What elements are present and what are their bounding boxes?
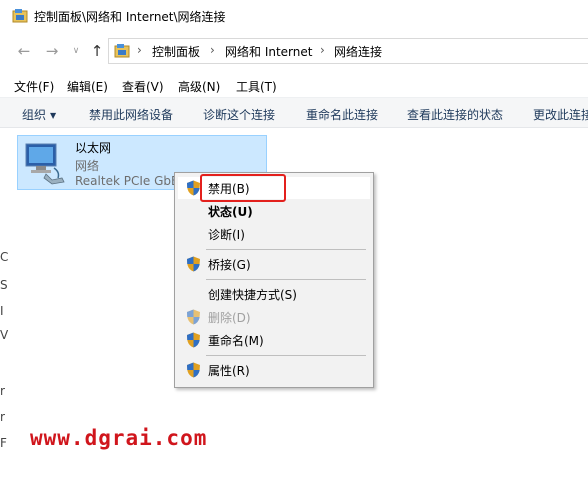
window-title: 控制面板\网络和 Internet\网络连接 [34, 10, 226, 24]
forward-arrow-icon[interactable]: → [42, 41, 62, 61]
change-settings-button[interactable]: 更改此连接 [533, 106, 588, 123]
menu-advanced[interactable]: 高级(N) [178, 78, 220, 95]
watermark-text: www.dgrai.com [30, 426, 208, 450]
menu-item-delete: 删除(D) [178, 306, 370, 328]
menu-item-label: 诊断(I) [208, 228, 245, 242]
edge-glyph: r [0, 410, 5, 424]
edge-glyph: F [0, 436, 7, 450]
back-arrow-icon[interactable]: ← [14, 41, 34, 61]
network-folder-icon [12, 9, 28, 23]
connection-adapter: Realtek PCIe GbE [75, 174, 179, 188]
breadcrumb-network-internet[interactable]: 网络和 Internet [225, 43, 312, 60]
network-folder-icon [114, 44, 130, 58]
uac-shield-icon [187, 256, 200, 272]
uac-shield-icon [187, 332, 200, 348]
caret-down-icon: ▼ [50, 111, 57, 120]
menu-item-diagnose[interactable]: 诊断(I) [178, 223, 370, 245]
menu-edit[interactable]: 编辑(E) [67, 78, 108, 95]
menu-item-properties[interactable]: 属性(R) [178, 359, 370, 381]
diagnose-connection-button[interactable]: 诊断这个连接 [203, 106, 275, 123]
title-bar: 控制面板\网络和 Internet\网络连接 [0, 0, 588, 32]
command-bar: 组织 ▼ 禁用此网络设备 诊断这个连接 重命名此连接 查看此连接的状态 更改此连接 [0, 97, 588, 128]
connection-status: 网络 [75, 159, 100, 173]
address-bar[interactable]: › 控制面板 › 网络和 Internet › 网络连接 [108, 38, 588, 64]
menu-item-create-shortcut[interactable]: 创建快捷方式(S) [178, 283, 370, 305]
menu-item-label: 状态(U) [208, 205, 253, 219]
organize-button[interactable]: 组织 ▼ [22, 106, 56, 123]
left-edge-content: C S I V r r F [0, 128, 9, 478]
breadcrumb-network-connections[interactable]: 网络连接 [334, 43, 382, 60]
uac-shield-icon [187, 180, 200, 196]
organize-label: 组织 [22, 108, 47, 122]
breadcrumb-separator: › [210, 43, 215, 57]
context-menu: 禁用(B) 状态(U) 诊断(I) 桥接(G) 创建快捷方式(S) 删除(D) … [174, 172, 374, 388]
menu-item-label: 桥接(G) [208, 258, 251, 272]
edge-glyph: S [0, 278, 8, 292]
menu-item-label: 删除(D) [208, 311, 251, 325]
up-arrow-icon[interactable]: ↑ [87, 41, 107, 61]
menu-separator [206, 249, 366, 250]
menu-separator [206, 279, 366, 280]
edge-glyph: I [0, 304, 4, 318]
menu-item-label: 属性(R) [208, 364, 250, 378]
menu-view[interactable]: 查看(V) [122, 78, 164, 95]
recent-locations-chevron-icon[interactable]: ∨ [66, 41, 86, 61]
breadcrumb-separator: › [320, 43, 325, 57]
menu-file[interactable]: 文件(F) [14, 78, 54, 95]
edge-glyph: V [0, 328, 9, 342]
edge-glyph: r [0, 384, 5, 398]
menu-item-label: 重命名(M) [208, 334, 264, 348]
menu-separator [206, 355, 366, 356]
menu-bar: 文件(F) 编辑(E) 查看(V) 高级(N) 工具(T) [0, 74, 588, 96]
breadcrumb-control-panel[interactable]: 控制面板 [152, 43, 200, 60]
menu-item-status[interactable]: 状态(U) [178, 200, 370, 222]
annotation-highlight-box [200, 174, 286, 202]
uac-shield-icon [187, 362, 200, 378]
connection-name: 以太网 [75, 141, 112, 155]
breadcrumb-separator: › [137, 43, 142, 57]
ethernet-adapter-icon [25, 143, 65, 185]
view-status-button[interactable]: 查看此连接的状态 [407, 106, 503, 123]
menu-item-bridge[interactable]: 桥接(G) [178, 253, 370, 275]
address-row: ← → ∨ ↑ › 控制面板 › 网络和 Internet › 网络连接 [0, 32, 588, 70]
menu-item-rename[interactable]: 重命名(M) [178, 329, 370, 351]
rename-connection-button[interactable]: 重命名此连接 [306, 106, 378, 123]
edge-glyph: C [0, 250, 9, 264]
uac-shield-icon [187, 309, 200, 325]
disable-device-button[interactable]: 禁用此网络设备 [89, 106, 173, 123]
menu-tools[interactable]: 工具(T) [236, 78, 277, 95]
menu-item-label: 创建快捷方式(S) [208, 288, 297, 302]
